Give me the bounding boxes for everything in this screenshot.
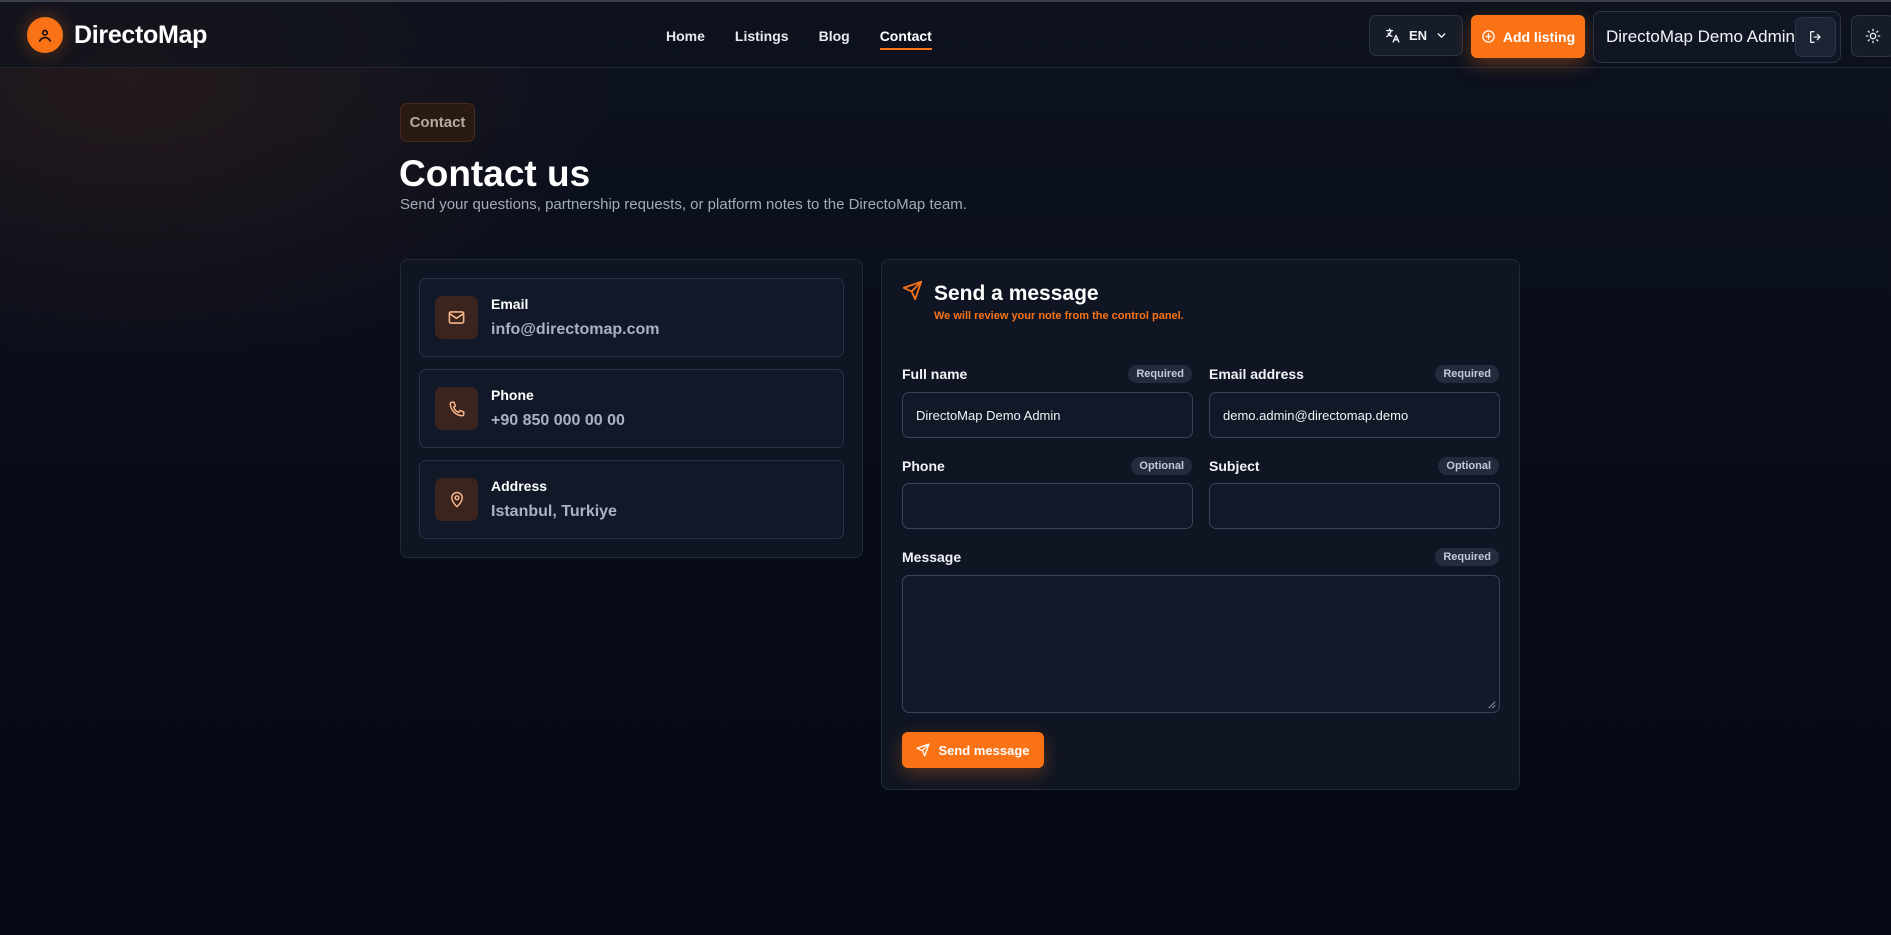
- mail-icon: [435, 296, 478, 339]
- map-pin-icon: [435, 478, 478, 521]
- main-nav: Home Listings Blog Contact: [666, 28, 962, 50]
- user-menu[interactable]: DirectoMap Demo Admin: [1593, 11, 1841, 63]
- contact-address-value: Istanbul, Turkiye: [491, 503, 617, 520]
- brand-map-pin-icon: [27, 17, 63, 53]
- contact-phone-item: Phone +90 850 000 00 00: [419, 369, 844, 448]
- contact-phone-label: Phone: [491, 387, 534, 403]
- full-name-label: Full name: [902, 366, 968, 382]
- phone-input[interactable]: [902, 483, 1193, 529]
- page-subtitle: Send your questions, partnership request…: [400, 196, 967, 213]
- language-code: EN: [1408, 28, 1428, 43]
- plus-circle-icon: [1482, 30, 1495, 43]
- phone-icon: [435, 387, 478, 430]
- phone-optional-badge: Optional: [1131, 457, 1192, 475]
- subject-label: Subject: [1209, 458, 1260, 474]
- full-name-required-badge: Required: [1128, 365, 1192, 383]
- contact-form-card: Send a message We will review your note …: [881, 259, 1520, 790]
- message-label: Message: [902, 549, 962, 565]
- contact-email-value[interactable]: info@directomap.com: [491, 321, 660, 339]
- nav-home[interactable]: Home: [666, 28, 705, 50]
- contact-info-card: Email info@directomap.com Phone +90 850 …: [400, 259, 863, 558]
- message-textarea[interactable]: [902, 575, 1500, 713]
- logout-icon: [1809, 31, 1821, 43]
- top-navbar: DirectoMap Home Listings Blog Contact EN…: [0, 2, 1891, 68]
- full-name-input[interactable]: DirectoMap Demo Admin: [902, 392, 1193, 438]
- add-listing-button[interactable]: Add listing: [1471, 15, 1585, 58]
- contact-phone-value[interactable]: +90 850 000 00 00: [491, 412, 625, 430]
- contact-address-item: Address Istanbul, Turkiye: [419, 460, 844, 539]
- subject-optional-badge: Optional: [1438, 457, 1499, 475]
- send-icon: [902, 280, 923, 301]
- form-note: We will review your note from the contro…: [934, 310, 1184, 322]
- translate-icon: [1386, 28, 1400, 43]
- contact-address-label: Address: [491, 478, 548, 494]
- chevron-down-icon: [1437, 33, 1446, 38]
- message-required-badge: Required: [1435, 548, 1499, 566]
- contact-email-item: Email info@directomap.com: [419, 278, 844, 357]
- nav-blog[interactable]: Blog: [819, 28, 850, 50]
- subject-input[interactable]: [1209, 483, 1500, 529]
- brand-name: DirectoMap: [74, 20, 208, 49]
- breadcrumb: Contact: [400, 103, 475, 142]
- email-required-badge: Required: [1435, 365, 1499, 383]
- send-message-button[interactable]: Send message: [902, 732, 1044, 768]
- nav-contact[interactable]: Contact: [879, 28, 932, 50]
- page-title: Contact us: [399, 153, 591, 194]
- contact-email-label: Email: [491, 296, 529, 312]
- email-label: Email address: [1209, 366, 1304, 382]
- language-selector[interactable]: EN: [1369, 15, 1463, 56]
- send-icon: [916, 743, 930, 757]
- sun-icon: [1865, 28, 1881, 44]
- resize-handle-icon[interactable]: [1487, 700, 1496, 709]
- send-message-label: Send message: [938, 742, 1030, 758]
- email-input[interactable]: demo.admin@directomap.demo: [1209, 392, 1500, 438]
- add-listing-label: Add listing: [1502, 28, 1576, 45]
- logout-button[interactable]: [1795, 17, 1836, 57]
- user-name: DirectoMap Demo Admin: [1606, 27, 1795, 46]
- phone-label: Phone: [902, 458, 945, 474]
- theme-toggle-button[interactable]: [1851, 15, 1891, 57]
- nav-listings[interactable]: Listings: [735, 28, 789, 50]
- form-title: Send a message: [934, 282, 1099, 305]
- brand-logo[interactable]: DirectoMap: [27, 17, 207, 53]
